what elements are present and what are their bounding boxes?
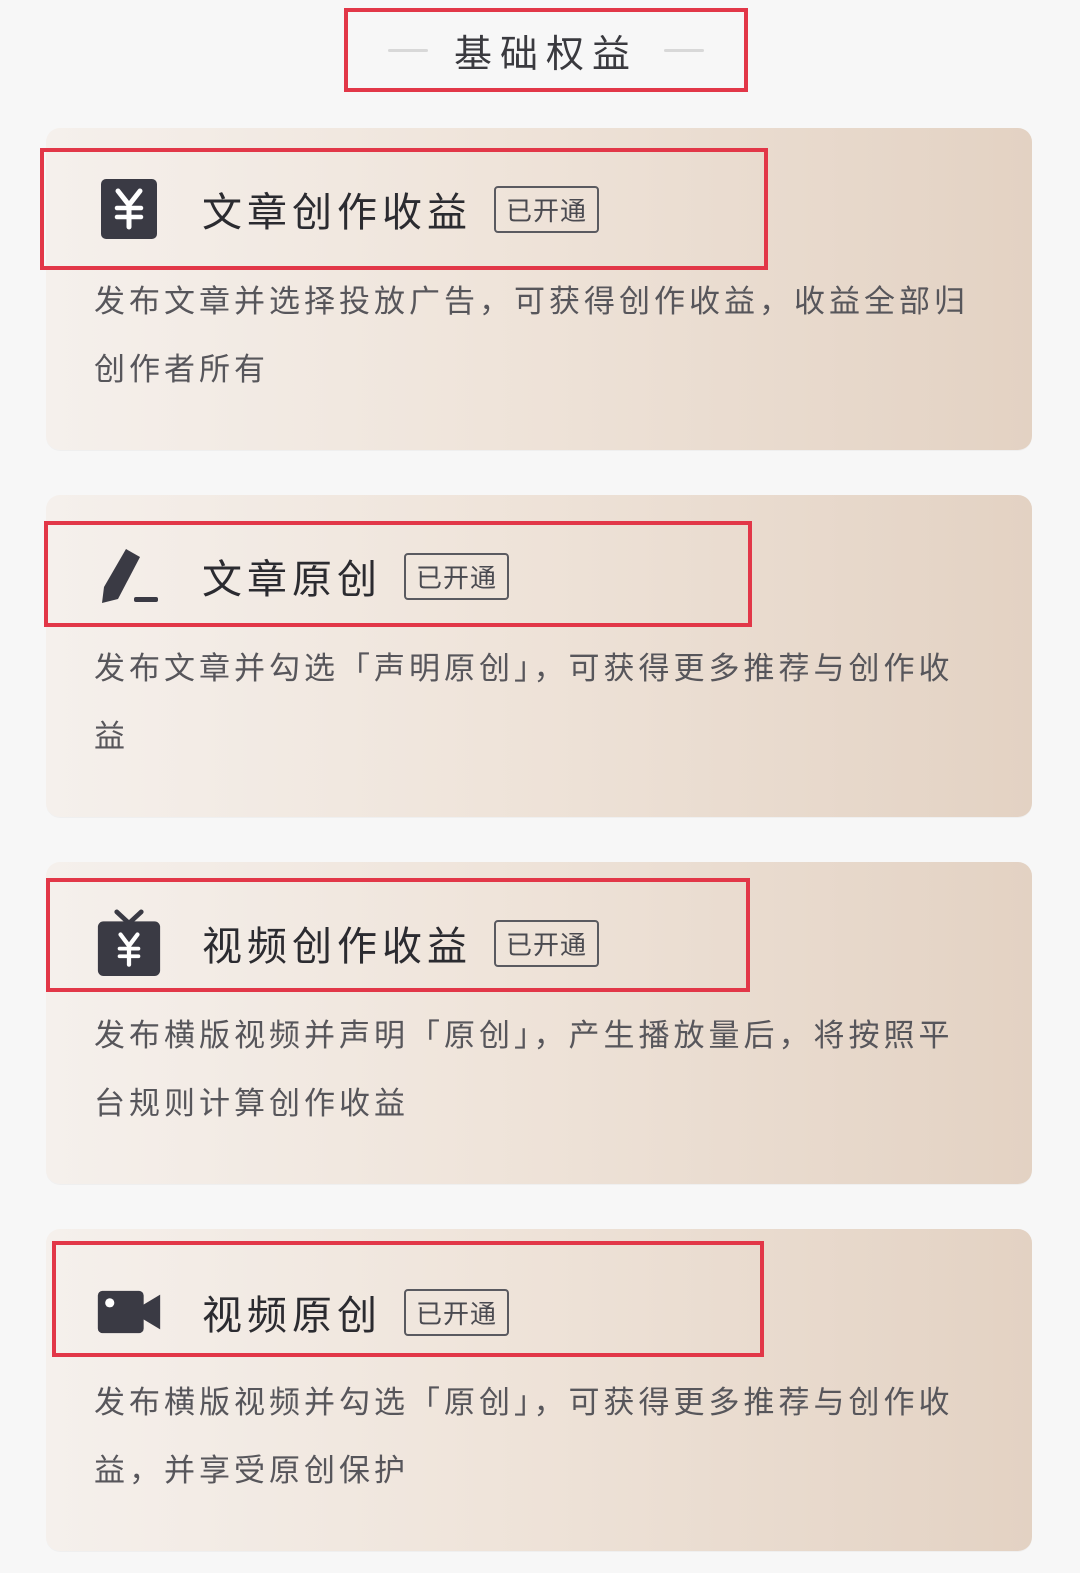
card-title: 文章创作收益 [202, 190, 472, 236]
card-title: 视频原创 [202, 1293, 382, 1339]
card-description: 发布文章并选择投放广告，可获得创作收益，收益全部归创作者所有 [94, 284, 969, 388]
card-description: 发布文章并勾选「声明原创」，可获得更多推荐与创作收益 [94, 651, 954, 755]
benefit-card-video-original[interactable]: 视频原创 已开通 发布横版视频并勾选「原创」，可获得更多推荐与创作收益，并享受原… [46, 1229, 1032, 1551]
card-header: 文章创作收益 已开通 [96, 176, 600, 242]
card-title: 文章原创 [202, 557, 382, 603]
title-right-dash [664, 48, 704, 52]
benefit-card-video-income[interactable]: 视频创作收益 已开通 发布横版视频并声明「原创」，产生播放量后，将按照平台规则计… [46, 862, 1032, 1184]
card-header: 视频原创 已开通 [96, 1279, 510, 1345]
tv-yuan-icon [96, 909, 162, 976]
status-badge: 已开通 [494, 185, 600, 233]
card-description: 发布横版视频并声明「原创」，产生播放量后，将按照平台规则计算创作收益 [94, 1018, 954, 1122]
status-badge: 已开通 [404, 1288, 510, 1336]
yuan-square-icon [96, 176, 162, 242]
video-camera-icon [96, 1279, 162, 1345]
status-badge: 已开通 [404, 552, 510, 600]
benefit-card-article-original[interactable]: 文章原创 已开通 发布文章并勾选「声明原创」，可获得更多推荐与创作收益 [44, 495, 1032, 817]
card-title: 视频创作收益 [202, 924, 472, 970]
status-badge: 已开通 [494, 919, 600, 967]
title-left-dash [387, 48, 428, 52]
section-title: 基础权益 [453, 31, 638, 76]
card-header: 文章原创 已开通 [96, 543, 510, 609]
pen-icon [96, 543, 162, 609]
card-header: 视频创作收益 已开通 [96, 909, 600, 976]
card-description: 发布横版视频并勾选「原创」，可获得更多推荐与创作收益，并享受原创保护 [94, 1385, 954, 1489]
benefit-card-article-income[interactable]: 文章创作收益 已开通 发布文章并选择投放广告，可获得创作收益，收益全部归创作者所… [40, 128, 1032, 450]
section-title-box: 基础权益 [344, 8, 748, 92]
